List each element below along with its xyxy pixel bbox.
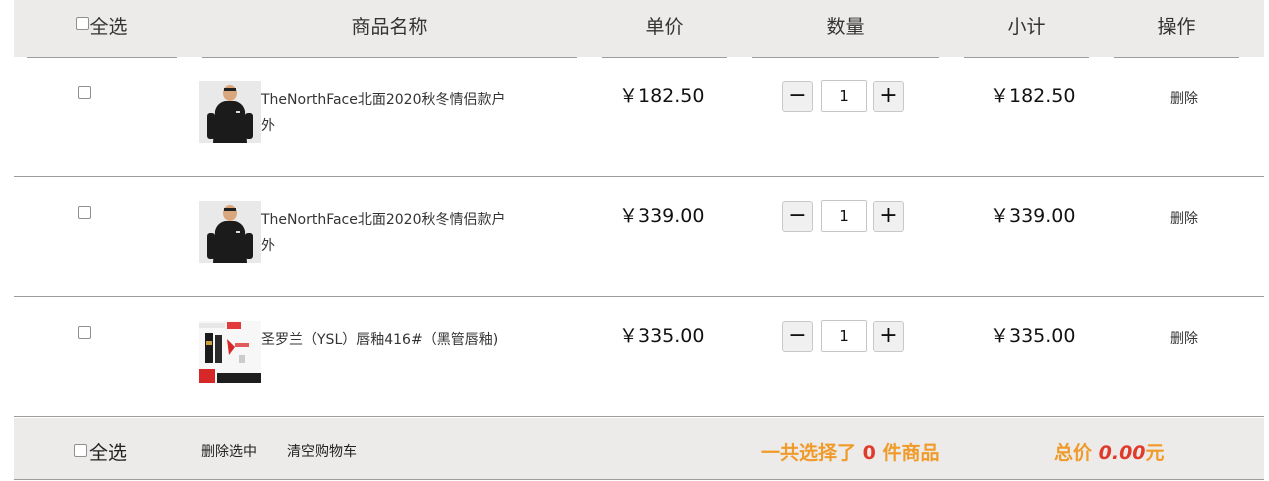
clear-cart-link[interactable]: 清空购物车 [287, 441, 357, 461]
cart-header: 全选 商品名称 单价 数量 小计 操作 [14, 0, 1264, 58]
selected-count-prefix: 一共选择了 [761, 442, 857, 464]
shopping-cart: 全选 商品名称 单价 数量 小计 操作 TheNorthFace北面2020秋冬… [14, 0, 1264, 480]
delete-link[interactable]: 删除 [1170, 208, 1198, 228]
quantity-heading: 数量 [826, 16, 865, 38]
row-subtotal: ￥339.00 [990, 205, 1076, 227]
row-subtotal: ￥182.50 [990, 85, 1076, 107]
unit-price-heading: 单价 [645, 16, 684, 38]
cart-row: TheNorthFace北面2020秋冬情侣款户外 ￥339.00 − 1 + … [14, 177, 1264, 297]
decrease-quantity-button[interactable]: − [782, 81, 813, 112]
quantity-stepper: − 1 + [782, 79, 908, 115]
cart-footer: 全选 删除选中 清空购物车 一共选择了 0 件商品 总价 0.00元 [14, 418, 1264, 480]
decrease-quantity-button[interactable]: − [782, 321, 813, 352]
cart-row: 圣罗兰（YSL）唇釉416#（黑管唇釉) ￥335.00 − 1 + ￥335.… [14, 297, 1264, 417]
footer-select-all-label: 全选 [89, 442, 128, 464]
product-thumbnail [199, 321, 261, 383]
quantity-input[interactable]: 1 [821, 200, 867, 232]
product-name: TheNorthFace北面2020秋冬情侣款户外 [261, 92, 506, 134]
header-subtotal: 小计 [964, 0, 1089, 58]
total-price-value: 0.00 [1098, 442, 1146, 464]
row-subtotal: ￥335.00 [990, 325, 1076, 347]
product-thumbnail [199, 201, 261, 263]
selected-count-suffix: 件商品 [882, 442, 940, 464]
total-price: 总价 0.00元 [1054, 438, 1165, 465]
header-unit-price: 单价 [602, 0, 727, 58]
delete-link[interactable]: 删除 [1170, 88, 1198, 108]
row-checkbox[interactable] [78, 206, 91, 219]
header-select-all[interactable]: 全选 [27, 0, 177, 58]
subtotal-heading: 小计 [1007, 16, 1046, 38]
header-product-name: 商品名称 [202, 0, 577, 58]
header-actions: 操作 [1114, 0, 1239, 58]
product-name: TheNorthFace北面2020秋冬情侣款户外 [261, 212, 506, 254]
quantity-input[interactable]: 1 [821, 320, 867, 352]
increase-quantity-button[interactable]: + [873, 81, 904, 112]
header-quantity: 数量 [752, 0, 939, 58]
unit-price: ￥182.50 [619, 85, 705, 107]
increase-quantity-button[interactable]: + [873, 201, 904, 232]
selected-count-value: 0 [862, 442, 876, 464]
selected-count: 一共选择了 0 件商品 [761, 438, 940, 465]
cart-row: TheNorthFace北面2020秋冬情侣款户外 ￥182.50 − 1 + … [14, 57, 1264, 177]
row-checkbox[interactable] [78, 326, 91, 339]
delete-link[interactable]: 删除 [1170, 328, 1198, 348]
footer-select-all[interactable]: 全选 [74, 438, 127, 465]
product-name: 圣罗兰（YSL）唇釉416#（黑管唇釉) [261, 332, 499, 348]
quantity-input[interactable]: 1 [821, 80, 867, 112]
row-checkbox[interactable] [78, 86, 91, 99]
unit-price: ￥335.00 [619, 325, 705, 347]
product-thumbnail [199, 81, 261, 143]
actions-heading: 操作 [1157, 16, 1196, 38]
quantity-stepper: − 1 + [782, 319, 908, 355]
unit-price: ￥339.00 [619, 205, 705, 227]
total-price-prefix: 总价 [1054, 442, 1093, 464]
quantity-stepper: − 1 + [782, 199, 908, 235]
total-price-suffix: 元 [1145, 442, 1165, 464]
delete-selected-link[interactable]: 删除选中 [201, 441, 257, 461]
decrease-quantity-button[interactable]: − [782, 201, 813, 232]
select-all-label: 全选 [89, 16, 128, 38]
footer-select-all-checkbox[interactable] [74, 444, 87, 457]
select-all-checkbox[interactable] [76, 17, 90, 30]
increase-quantity-button[interactable]: + [873, 321, 904, 352]
product-name-heading: 商品名称 [351, 16, 428, 38]
